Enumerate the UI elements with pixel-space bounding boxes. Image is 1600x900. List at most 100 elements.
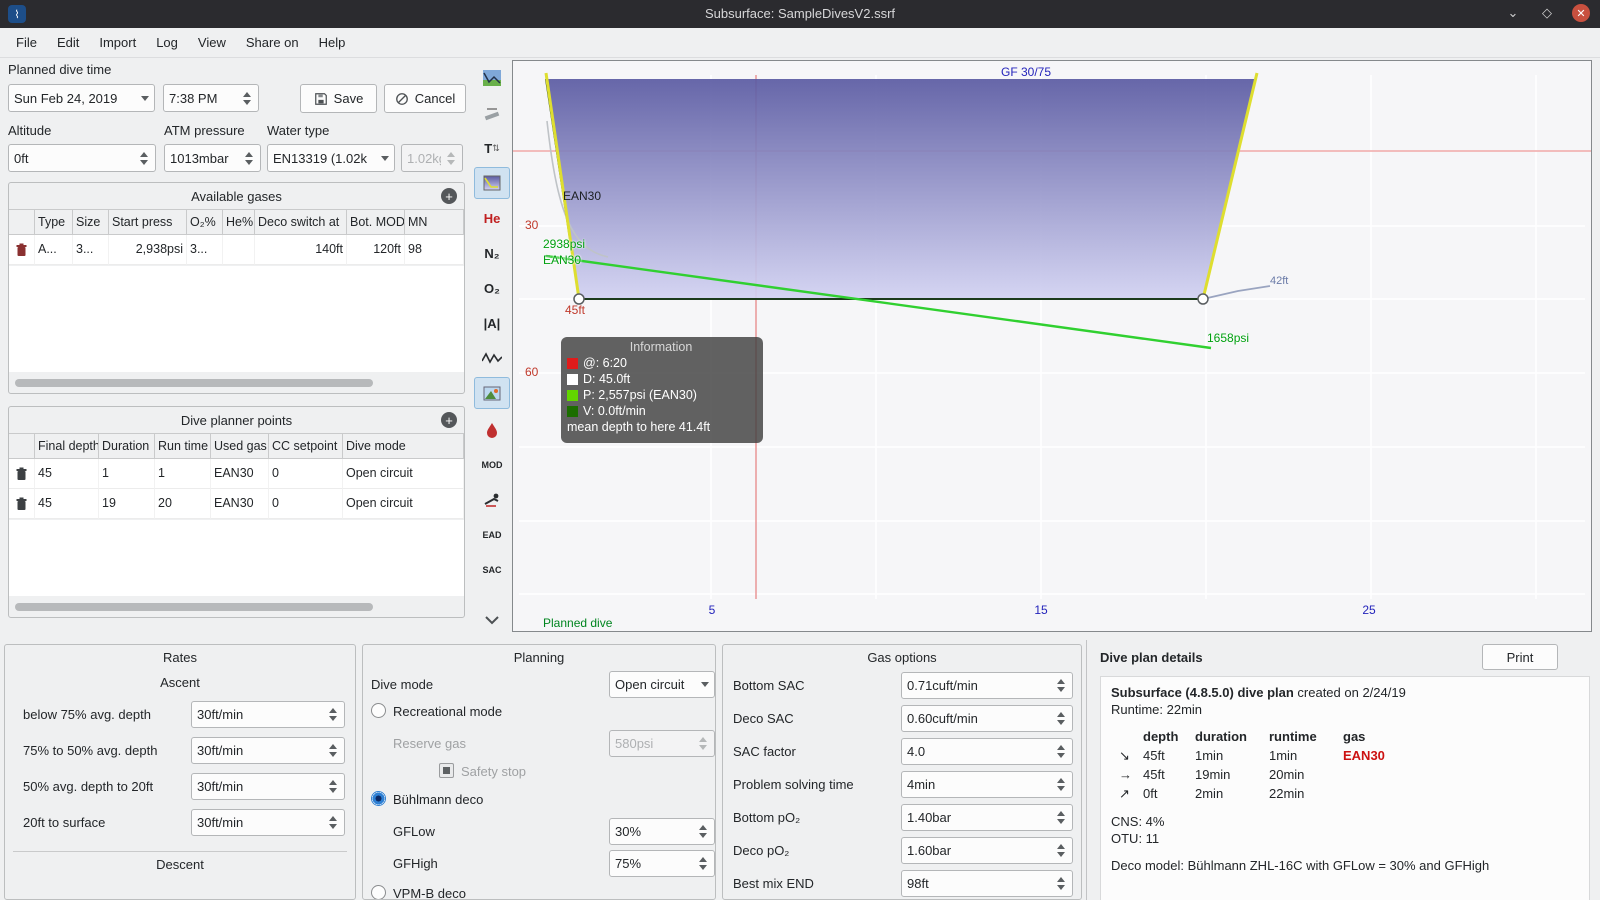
spinner-arrows-icon[interactable]: [697, 857, 709, 870]
bottom-sac-spinner[interactable]: 0.71cuft/min: [901, 672, 1073, 699]
spinner-arrows-icon[interactable]: [1055, 877, 1067, 890]
add-point-button[interactable]: +: [441, 412, 457, 428]
points-header-gas[interactable]: Used gas: [211, 433, 269, 459]
menu-view[interactable]: View: [188, 30, 236, 55]
diver-icon[interactable]: [474, 484, 510, 516]
gas-cell-bot-mod[interactable]: 120ft: [347, 235, 405, 265]
pp-o2-icon[interactable]: O₂: [474, 272, 510, 304]
gases-header-start-press[interactable]: Start press: [109, 209, 187, 235]
dive-time-spinner[interactable]: 7:38 PM: [163, 84, 259, 112]
dive-mode-select[interactable]: Open circuit: [609, 671, 715, 698]
gases-header-he[interactable]: He%: [223, 209, 255, 235]
scale-icon[interactable]: [474, 97, 510, 129]
menu-edit[interactable]: Edit: [47, 30, 89, 55]
gases-header-mnd[interactable]: MN: [405, 209, 464, 235]
spinner-arrows-icon[interactable]: [243, 151, 255, 165]
gases-header-deco-switch[interactable]: Deco switch at: [255, 209, 347, 235]
menu-share-on[interactable]: Share on: [236, 30, 309, 55]
vpmb-deco-radio[interactable]: [371, 885, 386, 899]
point-cell-mode[interactable]: Open circuit: [343, 459, 464, 489]
atm-pressure-spinner[interactable]: 1013mbar: [164, 144, 261, 172]
spinner-arrows-icon[interactable]: [138, 151, 150, 165]
picture-icon[interactable]: [474, 377, 510, 409]
spinner-arrows-icon[interactable]: [327, 780, 339, 793]
gflow-spinner[interactable]: 30%: [609, 818, 715, 845]
pp-he-icon[interactable]: He: [474, 202, 510, 234]
spinner-arrows-icon[interactable]: [327, 816, 339, 829]
profile-graph-icon[interactable]: [474, 62, 510, 94]
point-cell-gas[interactable]: EAN30: [211, 459, 269, 489]
points-hscrollbar[interactable]: [15, 603, 373, 611]
point-cell-runtime[interactable]: 20: [155, 489, 211, 519]
minimize-icon[interactable]: ⌄: [1504, 4, 1522, 22]
gases-header-size[interactable]: Size: [73, 209, 109, 235]
mod-icon[interactable]: MOD: [474, 449, 510, 481]
gases-header-o2[interactable]: O₂%: [187, 209, 223, 235]
water-type-select[interactable]: EN13319 (1.02k: [267, 144, 395, 172]
text-size-icon[interactable]: T ⇅: [474, 132, 510, 164]
add-gas-button[interactable]: +: [441, 188, 457, 204]
points-header-setpoint[interactable]: CC setpoint: [269, 433, 343, 459]
dive-profile-chart[interactable]: GF 30/75 EAN30 2938psi EAN30 45ft 1658ps…: [512, 60, 1592, 632]
recreational-mode-radio[interactable]: [371, 703, 386, 718]
spinner-arrows-icon[interactable]: [241, 91, 253, 105]
point-cell-depth[interactable]: 45: [35, 489, 99, 519]
toolbar-scroll-down-icon[interactable]: [474, 604, 510, 636]
point-cell-duration[interactable]: 19: [99, 489, 155, 519]
delete-gas-button[interactable]: [9, 235, 35, 265]
waypoint-handle[interactable]: [1197, 293, 1209, 305]
dive-date-select[interactable]: Sun Feb 24, 2019: [8, 84, 155, 112]
gases-hscrollbar[interactable]: [15, 379, 373, 387]
gas-cell-size[interactable]: 3...: [73, 235, 109, 265]
gases-header-type[interactable]: Type: [35, 209, 73, 235]
ceiling-icon[interactable]: |A|: [474, 307, 510, 339]
bottom-po2-spinner[interactable]: 1.40bar: [901, 804, 1073, 831]
print-button[interactable]: Print: [1482, 644, 1558, 670]
gas-cell-start-press[interactable]: 2,938psi: [109, 235, 187, 265]
spinner-arrows-icon[interactable]: [1055, 778, 1067, 791]
problem-time-spinner[interactable]: 4min: [901, 771, 1073, 798]
menu-log[interactable]: Log: [146, 30, 188, 55]
tissues-icon[interactable]: [474, 342, 510, 374]
spinner-arrows-icon[interactable]: [1055, 712, 1067, 725]
gas-pressure-icon[interactable]: [474, 414, 510, 446]
close-icon[interactable]: ✕: [1572, 4, 1590, 22]
rate-row-spinner[interactable]: 30ft/min: [191, 773, 345, 800]
point-cell-gas[interactable]: EAN30: [211, 489, 269, 519]
gas-cell-mnd[interactable]: 98: [405, 235, 464, 265]
buhlmann-deco-radio[interactable]: [371, 791, 386, 806]
delete-point-button[interactable]: [9, 489, 35, 519]
gas-cell-deco-switch[interactable]: 140ft: [255, 235, 347, 265]
deco-sac-spinner[interactable]: 0.60cuft/min: [901, 705, 1073, 732]
deco-po2-spinner[interactable]: 1.60bar: [901, 837, 1073, 864]
spinner-arrows-icon[interactable]: [327, 744, 339, 757]
best-mix-end-spinner[interactable]: 98ft: [901, 870, 1073, 897]
splitter[interactable]: [1086, 640, 1087, 900]
spinner-arrows-icon[interactable]: [1055, 679, 1067, 692]
gradient-box-icon[interactable]: [474, 167, 510, 199]
point-cell-duration[interactable]: 1: [99, 459, 155, 489]
sac-factor-spinner[interactable]: 4.0: [901, 738, 1073, 765]
gas-cell-type[interactable]: A...: [35, 235, 73, 265]
save-button[interactable]: Save: [300, 84, 377, 113]
point-cell-mode[interactable]: Open circuit: [343, 489, 464, 519]
gases-header-bot-mod[interactable]: Bot. MOD: [347, 209, 405, 235]
points-header-duration[interactable]: Duration: [99, 433, 155, 459]
point-cell-runtime[interactable]: 1: [155, 459, 211, 489]
rate-row-spinner[interactable]: 30ft/min: [191, 809, 345, 836]
points-header-mode[interactable]: Dive mode: [343, 433, 464, 459]
gas-cell-o2[interactable]: 3...: [187, 235, 223, 265]
gas-cell-he[interactable]: [223, 235, 255, 265]
altitude-spinner[interactable]: 0ft: [8, 144, 156, 172]
spinner-arrows-icon[interactable]: [1055, 745, 1067, 758]
safety-stop-checkbox[interactable]: [439, 763, 454, 778]
spinner-arrows-icon[interactable]: [1055, 844, 1067, 857]
rate-row-spinner[interactable]: 30ft/min: [191, 737, 345, 764]
gfhigh-spinner[interactable]: 75%: [609, 850, 715, 877]
points-header-runtime[interactable]: Run time: [155, 433, 211, 459]
point-cell-depth[interactable]: 45: [35, 459, 99, 489]
menu-help[interactable]: Help: [309, 30, 356, 55]
sac-icon[interactable]: SAC: [474, 554, 510, 586]
spinner-arrows-icon[interactable]: [1055, 811, 1067, 824]
cancel-button[interactable]: Cancel: [384, 84, 466, 113]
